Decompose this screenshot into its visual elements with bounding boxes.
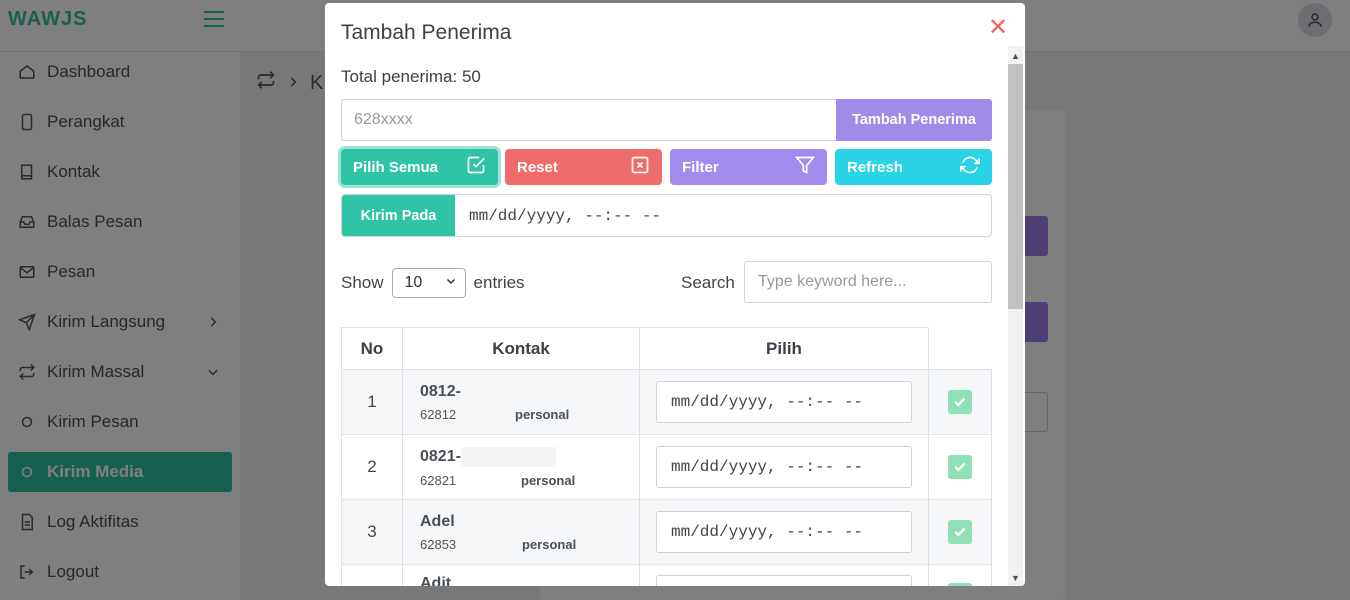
send-at-label: Kirim Pada — [342, 195, 455, 236]
modal-scrollbar[interactable]: ▲ ▼ — [1008, 46, 1023, 586]
schedule-cell: mm/dd/yyyy, --:-- -- — [639, 434, 929, 500]
contact-number: 62821 — [420, 472, 457, 488]
reset-label: Reset — [517, 158, 558, 176]
refresh-label: Refresh — [847, 158, 903, 176]
table-row: 3 Adel 62853 personal mm/dd/yyyy, --:-- … — [341, 499, 992, 565]
contact-name: Adit — [420, 575, 452, 586]
row-checkbox[interactable] — [948, 583, 972, 586]
scroll-thumb[interactable] — [1008, 64, 1023, 309]
row-number — [341, 564, 403, 586]
contact-name: Adel — [420, 512, 455, 530]
check-icon — [954, 527, 966, 537]
add-recipient-modal: Tambah Penerima ✕ ▲ ▼ Total penerima: 50… — [325, 3, 1025, 586]
search-input[interactable]: Type keyword here... — [744, 261, 992, 303]
contact-cell: Adit — [402, 564, 640, 586]
schedule-cell — [639, 564, 929, 586]
entries-label: entries — [473, 273, 525, 292]
row-datetime-input[interactable]: mm/dd/yyyy, --:-- -- — [656, 446, 912, 488]
table-row: 2 0821- 62821 personal mm/dd/yyyy, --:--… — [341, 434, 992, 500]
filter-icon — [794, 155, 816, 179]
contact-name: 0812- — [420, 382, 461, 400]
column-header-pilih[interactable]: Pilih — [639, 327, 929, 370]
column-header-no[interactable]: No — [341, 327, 403, 370]
contact-cell: Adel 62853 personal — [402, 499, 640, 565]
row-number: 2 — [341, 434, 403, 500]
contact-number: 62812 — [420, 406, 457, 422]
row-number: 3 — [341, 499, 403, 565]
show-label: Show — [341, 273, 384, 292]
entries-select[interactable]: 10 — [391, 268, 466, 298]
reset-button[interactable]: Reset — [505, 149, 662, 185]
select-all-label: Pilih Semua — [353, 158, 439, 176]
send-at-row: Kirim Pada mm/dd/yyyy, --:-- -- — [341, 194, 992, 237]
check-icon — [954, 462, 966, 472]
column-header-kontak[interactable]: Kontak — [402, 327, 640, 370]
select-cell — [928, 369, 992, 435]
row-checkbox[interactable] — [948, 455, 972, 479]
search-label: Search — [681, 273, 735, 292]
row-checkbox[interactable] — [948, 390, 972, 414]
filter-button[interactable]: Filter — [670, 149, 827, 185]
contact-name: 0821- — [420, 446, 639, 467]
column-header-blank — [928, 327, 992, 370]
chevron-down-icon — [445, 274, 457, 292]
check-icon — [954, 397, 966, 407]
row-datetime-input[interactable] — [656, 575, 912, 586]
redacted-block — [460, 446, 556, 467]
select-cell — [928, 564, 992, 586]
refresh-icon — [960, 155, 980, 179]
select-cell — [928, 434, 992, 500]
schedule-cell: mm/dd/yyyy, --:-- -- — [639, 499, 929, 565]
contact-name-text: 0821- — [420, 447, 461, 465]
contact-details: 62821 personal — [420, 473, 639, 488]
refresh-button[interactable]: Refresh — [835, 149, 992, 185]
table-header-row: No Kontak Pilih — [341, 327, 992, 370]
recipients-table: No Kontak Pilih 1 0812- 62812 personal m… — [341, 327, 992, 586]
row-checkbox[interactable] — [948, 520, 972, 544]
contact-type: personal — [515, 406, 570, 422]
contact-number: 62853 — [420, 536, 457, 552]
scroll-up-arrow-icon[interactable]: ▲ — [1008, 48, 1023, 64]
select-all-button[interactable]: Pilih Semua — [341, 149, 498, 185]
modal-title: Tambah Penerima — [341, 21, 512, 44]
recipient-total: Total penerima: 50 — [341, 67, 481, 86]
entries-length-control: Show 10 entries — [341, 268, 525, 298]
table-row: 1 0812- 62812 personal mm/dd/yyyy, --:--… — [341, 369, 992, 435]
row-number: 1 — [341, 369, 403, 435]
contact-details: 62853 personal — [420, 537, 639, 552]
phone-number-input[interactable]: 628xxxx — [341, 99, 836, 141]
check-square-icon — [466, 155, 486, 179]
contact-type: personal — [521, 472, 576, 488]
entries-select-value: 10 — [404, 274, 423, 291]
contact-details: 62812 personal — [420, 407, 639, 422]
select-cell — [928, 499, 992, 565]
schedule-cell: mm/dd/yyyy, --:-- -- — [639, 369, 929, 435]
close-icon[interactable]: ✕ — [987, 16, 1009, 40]
filter-label: Filter — [682, 158, 719, 176]
row-datetime-input[interactable]: mm/dd/yyyy, --:-- -- — [656, 511, 912, 553]
send-at-datetime-input[interactable]: mm/dd/yyyy, --:-- -- — [455, 195, 991, 236]
contact-cell: 0821- 62821 personal — [402, 434, 640, 500]
contact-type: personal — [522, 536, 577, 552]
table-row: Adit — [341, 564, 992, 586]
contact-cell: 0812- 62812 personal — [402, 369, 640, 435]
add-recipient-row: 628xxxx Tambah Penerima — [341, 99, 992, 141]
row-datetime-input[interactable]: mm/dd/yyyy, --:-- -- — [656, 381, 912, 423]
add-recipient-button[interactable]: Tambah Penerima — [836, 99, 992, 141]
x-square-icon — [630, 155, 650, 179]
scroll-down-arrow-icon[interactable]: ▼ — [1008, 570, 1023, 586]
